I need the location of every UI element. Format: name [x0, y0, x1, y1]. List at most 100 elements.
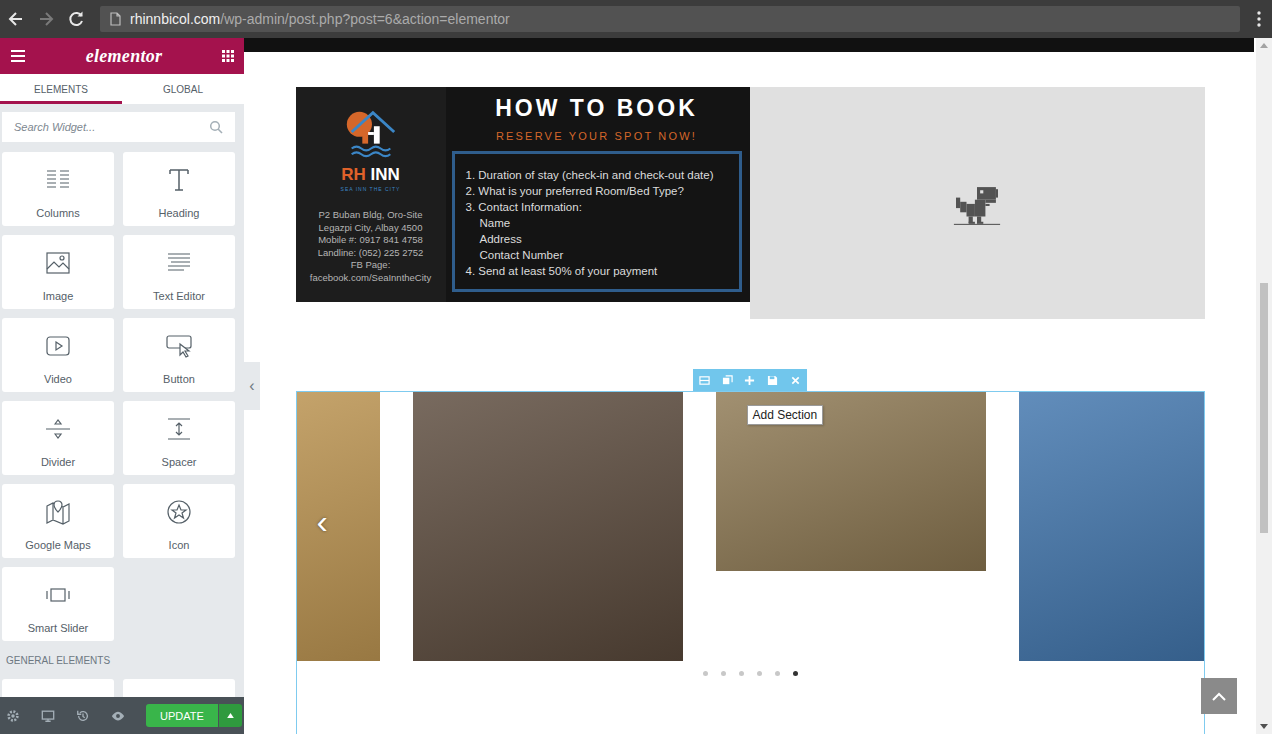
widget-label: Divider — [41, 456, 75, 468]
gear-icon[interactable] — [6, 709, 20, 723]
browser-menu-icon[interactable] — [1256, 9, 1262, 29]
magnifier-icon[interactable] — [209, 120, 223, 134]
browser-toolbar: rhinnbicol.com/wp-admin/post.php?post=6&… — [0, 0, 1272, 38]
widget-card[interactable]: Icon — [123, 484, 235, 558]
widget-card[interactable]: Columns — [2, 152, 114, 226]
widget-label: Spacer — [162, 456, 197, 468]
history-icon[interactable] — [76, 709, 90, 723]
widget-label: Smart Slider — [28, 622, 89, 634]
carousel-dot[interactable] — [775, 671, 780, 676]
panel-tab[interactable]: GLOBAL — [122, 74, 244, 104]
delete-section-button[interactable] — [784, 369, 807, 391]
contact-line: Legazpi City, Albay 4500 — [310, 222, 431, 235]
panel-body: Search Widget... Columns Heading Image T… — [0, 104, 244, 697]
section-toolbar — [693, 369, 807, 391]
inn-logo-icon — [342, 103, 400, 163]
widget-label: Icon — [169, 539, 190, 551]
scroll-down-icon[interactable] — [1260, 724, 1268, 729]
back-arrow-icon[interactable] — [6, 9, 26, 29]
contact-line: Mobile #: 0917 841 4758 — [310, 234, 431, 247]
slider-section[interactable]: Add Section ‹ — [296, 391, 1205, 734]
carousel-slide[interactable] — [1019, 392, 1204, 661]
panel-header: elementor — [0, 38, 244, 74]
booking-step: 2. What is your preferred Room/Bed Type? — [466, 183, 731, 199]
widget-card[interactable]: Text Editor — [123, 235, 235, 309]
panel-footer: UPDATE — [0, 697, 244, 734]
carousel-dot[interactable] — [739, 671, 744, 676]
grid-icon[interactable] — [222, 50, 234, 62]
map-embed[interactable] — [750, 87, 1205, 319]
panel-tab[interactable]: ELEMENTS — [0, 74, 122, 104]
widget-icon — [44, 332, 72, 360]
widget-card[interactable] — [123, 679, 235, 697]
page-icon[interactable] — [108, 12, 122, 26]
scroll-to-top-button[interactable] — [1201, 678, 1237, 714]
panel-collapse-handle[interactable]: ‹ — [244, 362, 260, 410]
flyer-brand: RH INN SEA INN THE CITY P2 Buban Bldg, O… — [296, 87, 446, 302]
forward-arrow-icon[interactable] — [36, 9, 56, 29]
update-button[interactable]: UPDATE — [146, 704, 218, 727]
brand-tagline: SEA INN THE CITY — [341, 186, 401, 192]
save-button[interactable] — [761, 369, 784, 391]
caret-up-icon — [227, 713, 234, 718]
elementor-logo: elementor — [86, 46, 163, 67]
desktop-icon[interactable] — [41, 709, 55, 723]
scroll-thumb[interactable] — [1260, 283, 1268, 533]
flyer-title: HOW TO BOOK — [495, 95, 698, 122]
update-options-button[interactable] — [219, 704, 242, 727]
booking-step: Contact Number — [466, 247, 731, 263]
tooltip: Add Section — [747, 405, 824, 425]
widget-card[interactable]: Divider — [2, 401, 114, 475]
booking-flyer[interactable]: RH INN SEA INN THE CITY P2 Buban Bldg, O… — [296, 87, 750, 302]
columns-icon — [699, 375, 710, 386]
flyer-steps: HOW TO BOOK RESERVE YOUR SPOT NOW! 1. Du… — [446, 87, 750, 302]
widget-card[interactable]: Heading — [123, 152, 235, 226]
search-placeholder: Search Widget... — [14, 121, 95, 133]
duplicate-icon — [722, 375, 733, 386]
carousel-dot[interactable] — [793, 671, 798, 676]
page-preview: RH INN SEA INN THE CITY P2 Buban Bldg, O… — [244, 38, 1256, 734]
scrollbar[interactable] — [1256, 38, 1272, 734]
widget-card[interactable]: Button — [123, 318, 235, 392]
address-bar[interactable]: rhinnbicol.com/wp-admin/post.php?post=6&… — [100, 6, 1240, 32]
contact-line: Landline: (052) 225 2752 — [310, 247, 431, 260]
panel-tabs: ELEMENTSGLOBAL — [0, 74, 244, 104]
booking-step: 4. Send at least 50% of your payment — [466, 263, 731, 279]
carousel-dot[interactable] — [703, 671, 708, 676]
booking-step: Address — [466, 231, 731, 247]
widget-card[interactable] — [2, 679, 114, 697]
image-carousel[interactable]: ‹ — [297, 392, 1204, 661]
carousel-dot[interactable] — [757, 671, 762, 676]
eye-icon[interactable] — [111, 709, 125, 723]
carousel-slide[interactable] — [297, 392, 380, 661]
widget-card[interactable]: Spacer — [123, 401, 235, 475]
elementor-panel: elementor ELEMENTSGLOBAL Search Widget..… — [0, 38, 244, 734]
steps-box: 1. Duration of stay (check-in and check-… — [452, 151, 742, 292]
widget-search[interactable]: Search Widget... — [2, 112, 235, 142]
carousel-track — [297, 392, 1017, 661]
carousel-dot[interactable] — [721, 671, 726, 676]
chevron-up-icon — [1212, 692, 1226, 701]
carousel-dots — [297, 661, 1204, 676]
widget-card[interactable]: Image — [2, 235, 114, 309]
save-icon — [767, 375, 778, 386]
hamburger-icon[interactable] — [10, 49, 26, 63]
edit-section-button[interactable] — [693, 369, 716, 391]
widget-icon — [44, 415, 72, 443]
prev-arrow[interactable]: ‹ — [317, 504, 328, 538]
widget-card[interactable]: Google Maps — [2, 484, 114, 558]
add-section-button[interactable] — [739, 369, 762, 391]
widget-label: Button — [163, 373, 195, 385]
widget-icon — [165, 166, 193, 194]
reload-icon[interactable] — [66, 9, 86, 29]
widget-card[interactable]: Smart Slider — [2, 567, 114, 641]
widget-icon — [165, 332, 193, 360]
widget-icon — [165, 498, 193, 526]
booking-row: RH INN SEA INN THE CITY P2 Buban Bldg, O… — [296, 87, 1205, 319]
duplicate-button[interactable] — [716, 369, 739, 391]
widget-icon — [165, 415, 193, 443]
scroll-up-icon[interactable] — [1260, 43, 1268, 48]
carousel-slide[interactable] — [413, 392, 683, 661]
widget-icon — [44, 249, 72, 277]
widget-card[interactable]: Video — [2, 318, 114, 392]
